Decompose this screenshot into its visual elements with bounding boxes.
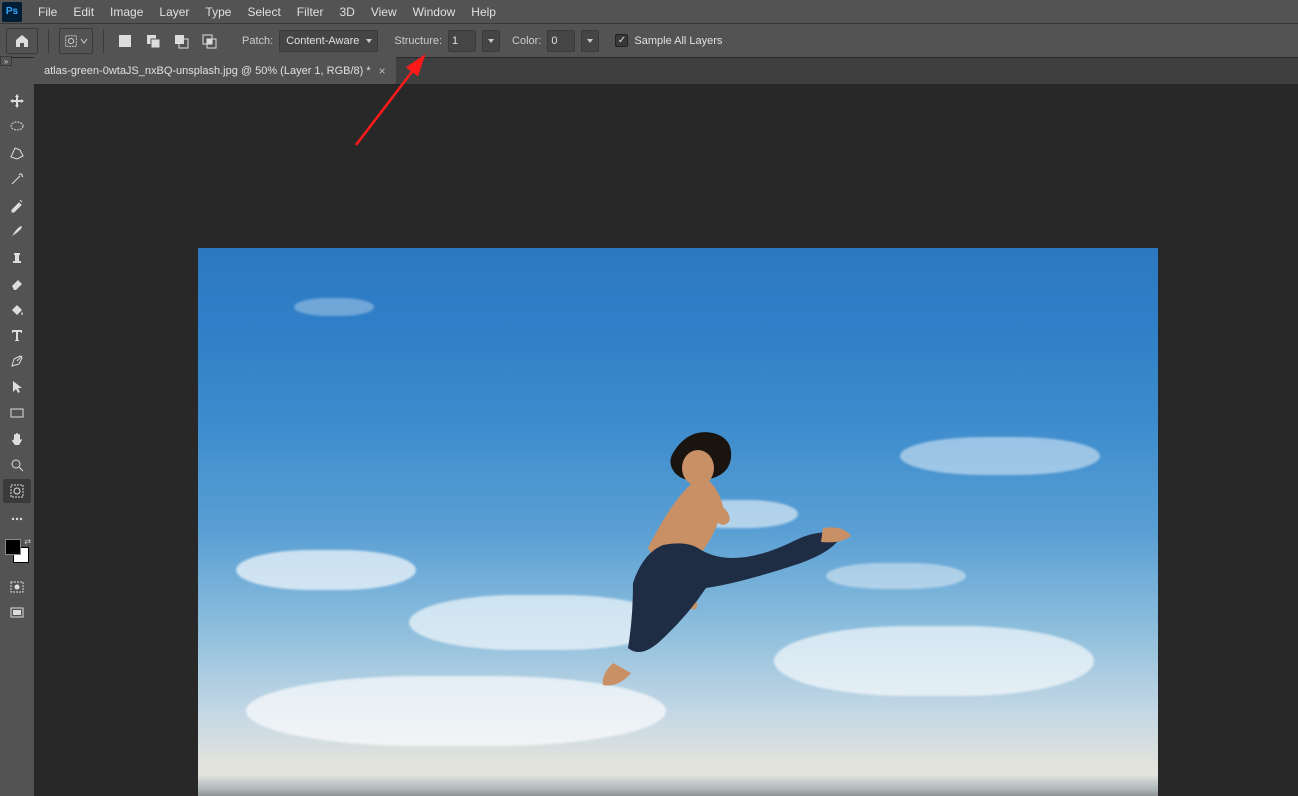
home-icon (14, 33, 30, 49)
move-tool[interactable] (3, 89, 31, 113)
selection-intersect-icon (201, 33, 217, 49)
structure-label: Structure: (394, 35, 442, 47)
patch-icon (9, 483, 25, 499)
menu-view[interactable]: View (363, 0, 405, 24)
subtract-selection-button[interactable] (170, 30, 192, 52)
patch-mode-select[interactable]: Content-Aware (279, 30, 378, 52)
zoom-icon (9, 457, 25, 473)
image-content (198, 775, 1158, 796)
color-stepper[interactable] (581, 30, 599, 52)
screen-mode-toggle[interactable] (3, 601, 31, 625)
divider (103, 29, 104, 53)
screen-mode-icon (9, 605, 25, 621)
pen-icon (9, 353, 25, 369)
pen-tool[interactable] (3, 349, 31, 373)
menu-edit[interactable]: Edit (65, 0, 102, 24)
structure-stepper[interactable] (482, 30, 500, 52)
new-selection-button[interactable] (114, 30, 136, 52)
document-tab[interactable]: atlas-green-0wtaJS_nxBQ-unsplash.jpg @ 5… (34, 57, 396, 84)
menu-help[interactable]: Help (463, 0, 504, 24)
edit-toolbar-button[interactable] (3, 507, 31, 531)
selection-add-icon (145, 33, 161, 49)
gradient-tool[interactable] (3, 297, 31, 321)
patch-tool[interactable] (3, 479, 31, 503)
quick-mask-icon (9, 579, 25, 595)
image-content (294, 298, 374, 316)
panel-collapse-handle[interactable]: » (0, 56, 12, 66)
sample-all-layers-label: Sample All Layers (634, 35, 722, 47)
home-button[interactable] (6, 28, 38, 54)
image-content (236, 550, 416, 590)
foreground-color-swatch[interactable] (5, 539, 21, 555)
divider (48, 29, 49, 53)
canvas-area[interactable] (34, 85, 1298, 796)
arrow-cursor-icon (9, 379, 25, 395)
menu-filter[interactable]: Filter (289, 0, 332, 24)
magic-wand-tool[interactable] (3, 167, 31, 191)
magic-wand-icon (9, 171, 25, 187)
close-tab-button[interactable]: × (379, 64, 386, 78)
eraser-icon (9, 275, 25, 291)
tool-preset-picker[interactable] (59, 28, 93, 54)
hand-tool[interactable] (3, 427, 31, 451)
patch-mode-value: Content-Aware (286, 35, 359, 47)
color-input[interactable]: 0 (547, 30, 575, 52)
polygonal-lasso-icon (9, 145, 25, 161)
patch-tool-icon (64, 34, 78, 48)
swap-colors-icon[interactable]: ⇄ (24, 537, 31, 546)
clone-stamp-icon (9, 249, 25, 265)
chevron-down-icon (80, 37, 88, 45)
color-label: Color: (512, 35, 541, 47)
ellipsis-icon (9, 511, 25, 527)
document-tab-title: atlas-green-0wtaJS_nxBQ-unsplash.jpg @ 5… (44, 65, 371, 77)
app-logo: Ps (2, 2, 22, 22)
rectangle-icon (9, 405, 25, 421)
type-tool[interactable] (3, 323, 31, 347)
selection-new-icon (117, 33, 133, 49)
paint-bucket-icon (9, 301, 25, 317)
move-icon (9, 93, 25, 109)
image-content (900, 437, 1100, 475)
structure-input[interactable]: 1 (448, 30, 476, 52)
polygonal-lasso-tool[interactable] (3, 141, 31, 165)
options-bar: Patch: Content-Aware Structure: 1 Color:… (0, 24, 1298, 58)
menu-image[interactable]: Image (102, 0, 151, 24)
document-tab-bar: atlas-green-0wtaJS_nxBQ-unsplash.jpg @ 5… (34, 58, 1298, 85)
zoom-tool[interactable] (3, 453, 31, 477)
intersect-selection-button[interactable] (198, 30, 220, 52)
add-selection-button[interactable] (142, 30, 164, 52)
menu-3d[interactable]: 3D (331, 0, 362, 24)
patch-label: Patch: (242, 35, 273, 47)
image-content (598, 428, 858, 708)
brush-icon (9, 223, 25, 239)
document-canvas[interactable] (198, 248, 1158, 796)
hand-icon (9, 431, 25, 447)
eyedropper-tool[interactable] (3, 193, 31, 217)
path-selection-tool[interactable] (3, 375, 31, 399)
sample-all-layers-checkbox[interactable] (615, 34, 628, 47)
lasso-tool[interactable] (3, 115, 31, 139)
eyedropper-icon (9, 197, 25, 213)
menu-bar: Ps File Edit Image Layer Type Select Fil… (0, 0, 1298, 24)
brush-tool[interactable] (3, 219, 31, 243)
clone-stamp-tool[interactable] (3, 245, 31, 269)
type-icon (9, 327, 25, 343)
quick-mask-toggle[interactable] (3, 575, 31, 599)
menu-select[interactable]: Select (239, 0, 288, 24)
rectangle-tool[interactable] (3, 401, 31, 425)
selection-subtract-icon (173, 33, 189, 49)
tools-panel: ⇄ (0, 85, 34, 796)
menu-window[interactable]: Window (405, 0, 464, 24)
foreground-background-colors[interactable]: ⇄ (3, 537, 31, 565)
menu-type[interactable]: Type (197, 0, 239, 24)
menu-file[interactable]: File (30, 0, 65, 24)
menu-layer[interactable]: Layer (151, 0, 197, 24)
eraser-tool[interactable] (3, 271, 31, 295)
lasso-icon (9, 119, 25, 135)
